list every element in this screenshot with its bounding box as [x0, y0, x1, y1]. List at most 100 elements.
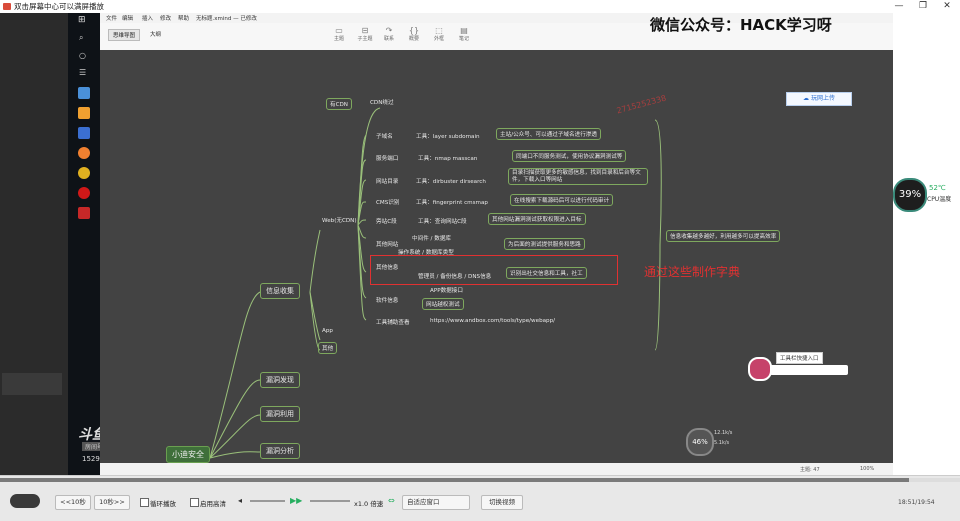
menu-modify[interactable]: 修改: [160, 14, 171, 22]
taskview-icon[interactable]: ☰: [79, 68, 86, 77]
menu-file[interactable]: 文件: [106, 14, 117, 22]
desktop-icons: [2, 373, 62, 395]
topic-button[interactable]: ▭ 主题: [328, 26, 350, 42]
row-tool[interactable]: 中间件 / 数据库: [412, 234, 451, 242]
node-app[interactable]: App: [322, 328, 333, 334]
forward-10s-button[interactable]: 10秒>>: [94, 495, 130, 510]
row-name[interactable]: 旁站C段: [376, 217, 397, 225]
node-info-gathering[interactable]: 信息收集: [260, 283, 300, 299]
row-name[interactable]: 其他网站: [376, 240, 398, 248]
streamer-background: [0, 13, 68, 475]
volume-icon[interactable]: ◂: [238, 496, 242, 505]
taskbar-app-icon[interactable]: [78, 147, 90, 159]
row-tool[interactable]: https://www.andbox.com/tools/type/webapp…: [430, 318, 555, 324]
row-tool[interactable]: 工具：查询网站C段: [418, 217, 467, 225]
row-tool[interactable]: APP数据接口: [430, 286, 463, 294]
subtopic-icon: ⊟: [361, 26, 369, 35]
taskbar-app-icon[interactable]: [78, 127, 90, 139]
summary-node[interactable]: 信息收集越多越好，利用越多可以提高效率: [666, 230, 781, 242]
tab-outline[interactable]: 大纲: [150, 30, 161, 38]
mindmap-canvas[interactable]: 小迪安全 信息收集 漏洞发现 漏洞利用 漏洞分析 Web(无CDN) App 其…: [100, 50, 893, 463]
row-note[interactable]: 为后面的测试提供服务和思路: [504, 238, 585, 250]
upload-button[interactable]: ☁ 玩网上传: [786, 92, 852, 106]
loop-checkbox[interactable]: [140, 498, 149, 507]
loop-label: 循环播放: [150, 500, 176, 508]
boundary-button[interactable]: ⬚ 外框: [428, 26, 450, 42]
play-toggle[interactable]: [10, 494, 40, 508]
volume-slider[interactable]: [250, 500, 285, 502]
node-youcdn[interactable]: 有CDN: [326, 98, 352, 110]
opera-icon[interactable]: [78, 187, 90, 199]
window-mode-select[interactable]: 自适应窗口: [402, 495, 470, 510]
root-node[interactable]: 小迪安全: [166, 446, 210, 463]
notes-button[interactable]: ▤ 笔记: [453, 26, 475, 42]
status-bar: 主题: 47 100%: [100, 463, 893, 475]
speed-slider[interactable]: [310, 500, 350, 502]
net-meter[interactable]: 46%: [686, 428, 714, 456]
quick-toolbar[interactable]: [770, 365, 848, 375]
menu-edit[interactable]: 编辑: [122, 14, 133, 22]
topic-count: 主题: 47: [800, 467, 820, 473]
row-tool[interactable]: 工具：dirbuster dirsearch: [416, 177, 486, 185]
node-other[interactable]: 其他: [318, 342, 338, 354]
subtopic-button[interactable]: ⊟ 子主题: [354, 26, 376, 42]
window-title-bar: 双击屏幕中心可以满屏播放 — ❐ ✕: [0, 0, 960, 14]
start-icon[interactable]: ⊞: [78, 15, 86, 25]
speed-arrows-icon[interactable]: ▶▶: [290, 496, 302, 505]
hd-checkbox[interactable]: [190, 498, 199, 507]
topic-icon: ▭: [335, 26, 343, 35]
document-title: 无标题.xmind — 已修改: [196, 16, 257, 22]
row-note[interactable]: 主站/公众号、可以通过子域名进行渗透: [496, 128, 601, 140]
row-note[interactable]: 在线搜索下载源码后可以进行代码审计: [510, 194, 614, 206]
progress-track[interactable]: [0, 478, 960, 482]
node-vuln-discovery[interactable]: 漏洞发现: [260, 372, 300, 388]
row-note[interactable]: 同端口不同服务测试，使用协议漏洞测试等: [512, 150, 627, 162]
close-button[interactable]: ✕: [936, 0, 958, 13]
annotation-text: 通过这些制作字典: [644, 265, 741, 279]
rewind-10s-button[interactable]: <<10秒: [55, 495, 91, 510]
menu-help[interactable]: 帮助: [178, 14, 189, 22]
search-icon[interactable]: ⌕: [79, 33, 83, 43]
row-name[interactable]: 网站目录: [376, 177, 398, 185]
row-note[interactable]: 其他网站漏洞测试获取权限进入目标: [488, 213, 586, 225]
row-name[interactable]: 服务端口: [376, 154, 398, 162]
cpu-temp: 52℃: [929, 184, 946, 192]
node-web-nocdn[interactable]: Web(无CDN): [322, 216, 357, 224]
xmind-icon[interactable]: [78, 207, 90, 219]
node-vuln-exploit[interactable]: 漏洞利用: [260, 406, 300, 422]
menu-insert[interactable]: 插入: [142, 14, 153, 22]
row-name[interactable]: CMS识别: [376, 198, 399, 206]
avatar[interactable]: [748, 357, 772, 381]
boundary-icon: ⬚: [435, 26, 443, 35]
resize-icon: ⇔: [388, 496, 395, 505]
hd-label: 启用高清: [200, 500, 226, 508]
taskbar-app-icon[interactable]: [78, 107, 90, 119]
right-side-panel: 39% 52℃ CPU温度: [893, 13, 960, 475]
row-tool[interactable]: 工具：fingerprint cmsmap: [416, 198, 488, 206]
row-tool[interactable]: 网站越权测试: [422, 298, 464, 310]
net-down: 5.1k/s: [714, 440, 730, 446]
node-vuln-analysis[interactable]: 漏洞分析: [260, 443, 300, 459]
row-name[interactable]: 子域名: [376, 132, 393, 140]
switch-video-button[interactable]: 切换视频: [481, 495, 523, 510]
progress-fill: [0, 478, 910, 482]
summary-button[interactable]: {} 概要: [403, 26, 425, 42]
row-name[interactable]: 软件信息: [376, 296, 398, 304]
overlay-watermark-title: 微信公众号：HACK学习呀: [650, 16, 832, 34]
maximize-button[interactable]: ❐: [912, 0, 934, 13]
row-tool[interactable]: 工具：nmap masscan: [418, 154, 477, 162]
minimize-button[interactable]: —: [888, 0, 910, 13]
cpu-meter[interactable]: 39%: [893, 178, 927, 212]
video-player-bar: <<10秒 10秒>> 循环播放 启用高清 ◂ ▶▶ x1.0 倍速 ⇔ 自适应…: [0, 475, 960, 521]
cloud-icon: ☁: [803, 95, 811, 102]
relation-button[interactable]: ↷ 联系: [378, 26, 400, 42]
node-cdn-bypass[interactable]: CDN绕过: [370, 98, 394, 106]
tab-mindmap[interactable]: 思维导图: [108, 29, 141, 41]
row-name[interactable]: 工具辅助查看: [376, 318, 410, 326]
taskbar-app-icon[interactable]: [78, 87, 90, 99]
chrome-icon[interactable]: [78, 167, 90, 179]
row-tool[interactable]: 工具：layer subdomain: [416, 132, 480, 140]
cortana-icon[interactable]: ○: [79, 51, 86, 60]
zoom-level[interactable]: 100%: [860, 466, 874, 472]
row-note[interactable]: 目录扫描获取更多的敏感信息，找到目录和后台等文件，下载入口等网站: [508, 168, 648, 186]
